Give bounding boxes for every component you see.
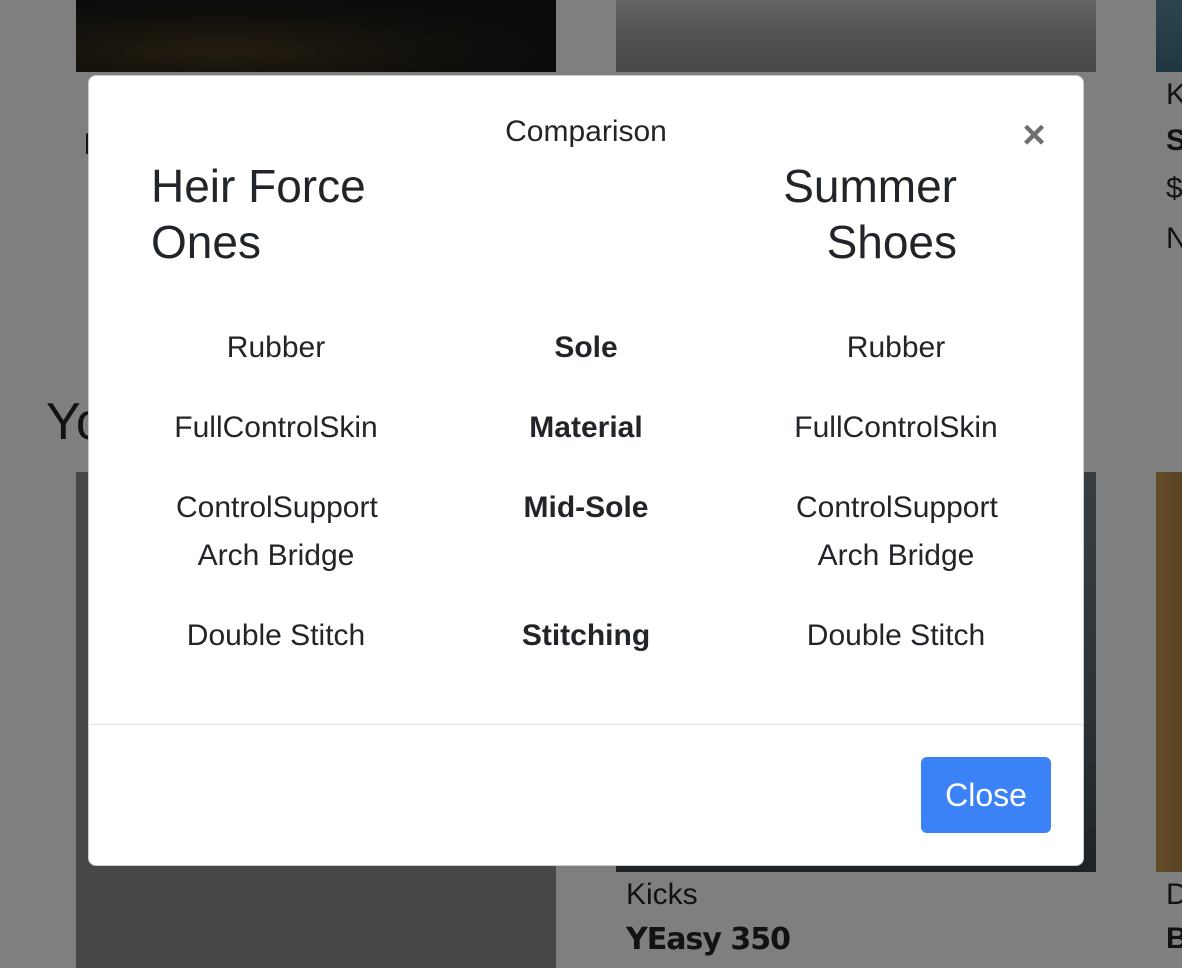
page: I K S $ N Yo Kicks YEasy 350 D B Compari…	[0, 0, 1182, 968]
comparison-modal: Comparison × Heir Force Ones Summer Shoe…	[88, 75, 1084, 866]
comparison-row: FullControlSkin Material FullControlSkin	[121, 404, 1053, 452]
left-shoe-name: Heir Force Ones	[151, 160, 366, 268]
right-value: ControlSupport Arch Bridge	[796, 491, 998, 572]
close-icon[interactable]: ×	[1019, 115, 1049, 155]
comparison-row: ControlSupport Arch Bridge Mid-Sole Cont…	[121, 484, 1053, 580]
close-button[interactable]: Close	[921, 757, 1051, 833]
modal-footer-divider	[89, 724, 1083, 725]
left-value: ControlSupport Arch Bridge	[176, 491, 378, 572]
spec-label: Mid-Sole	[523, 491, 649, 524]
right-value: FullControlSkin	[794, 411, 998, 444]
left-value: Rubber	[226, 331, 326, 364]
spec-label: Sole	[554, 331, 618, 364]
left-value: FullControlSkin	[174, 411, 378, 444]
left-value: Double Stitch	[186, 619, 366, 652]
right-shoe-name: Summer Shoes	[783, 160, 957, 268]
comparison-table: Rubber Sole Rubber FullControlSkin Mater…	[121, 324, 1053, 660]
right-value: Rubber	[846, 331, 946, 364]
comparison-row: Double Stitch Stitching Double Stitch	[121, 612, 1053, 660]
modal-title: Comparison	[505, 115, 667, 148]
spec-label: Material	[529, 411, 643, 444]
right-value: Double Stitch	[806, 619, 986, 652]
spec-label: Stitching	[521, 619, 651, 652]
comparison-row: Rubber Sole Rubber	[121, 324, 1053, 372]
